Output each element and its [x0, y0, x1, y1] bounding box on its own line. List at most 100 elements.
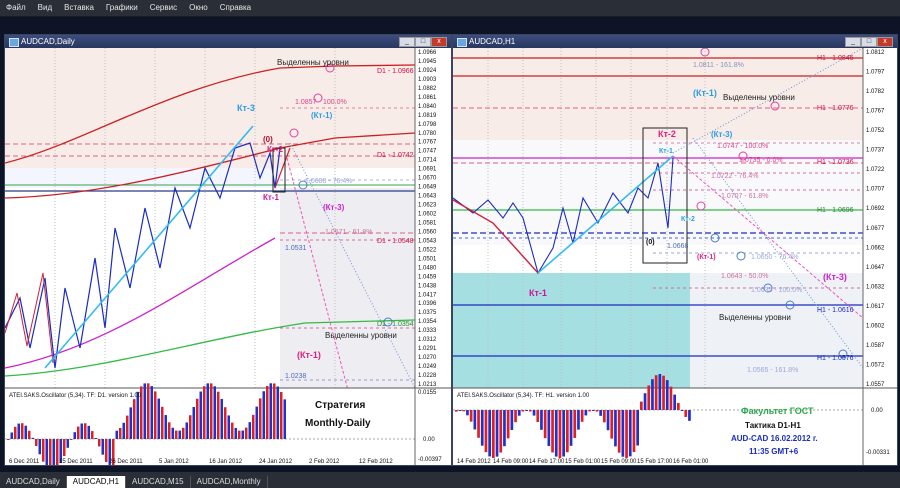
price-tick-label: 1.0522 — [418, 247, 437, 253]
oscillator-bar — [213, 386, 216, 439]
minimize-button[interactable]: _ — [399, 37, 415, 47]
oscillator-bar — [614, 410, 617, 447]
price-tick-label: 1.0840 — [418, 104, 437, 110]
oscillator-bar — [199, 391, 202, 439]
menu-item[interactable]: Вставка — [58, 0, 100, 16]
oscillator-bar — [119, 428, 122, 439]
label-1-0565: 1.0565 - 161.8% — [747, 367, 798, 374]
oscillator-bar — [283, 399, 286, 439]
label-d1-0354: D1 - 1.0354 — [377, 321, 414, 328]
chart-icon — [457, 38, 467, 47]
menu-item[interactable]: Сервис — [144, 0, 183, 16]
oscillator-bar — [628, 410, 632, 457]
oscillator-bar — [458, 410, 462, 411]
oscillator-bar — [484, 410, 488, 453]
price-tick-label: 1.0677 — [866, 226, 885, 232]
chart-tab[interactable]: AUDCAD,Daily — [0, 476, 67, 488]
chart-tab[interactable]: AUDCAD,Monthly — [191, 476, 268, 488]
maximize-button[interactable]: □ — [861, 37, 877, 47]
oscillator-bar — [684, 410, 688, 417]
price-tick-label: 1.0228 — [418, 373, 437, 379]
window-title-bar[interactable]: AUDCAD,H1 _ □ x — [453, 35, 897, 48]
oscillator-bar — [569, 410, 573, 446]
label-1-0747: 1.0747 - 100.0% — [717, 143, 768, 150]
oscillator-bar — [480, 410, 484, 446]
oscillator-bar — [577, 410, 580, 430]
oscillator-bar — [143, 383, 146, 439]
chart-window-h1[interactable]: AUDCAD,H1 _ □ x 1.0812 1.0797 1.0782 1.0… — [452, 34, 898, 466]
price-tick-label: 1.0722 — [866, 167, 885, 173]
price-tick-label: 1.0767 — [866, 109, 885, 115]
oscillator-bar — [126, 415, 129, 439]
time-tick-label: 14 Feb 17:00 — [529, 459, 565, 465]
menu-item[interactable]: Графики — [100, 0, 144, 16]
oscillator-bar — [122, 422, 125, 439]
price-tick-label: 1.0375 — [418, 310, 437, 316]
oscillator-bar — [662, 375, 665, 410]
oscillator-bar — [595, 410, 599, 412]
oscillator-bar — [680, 410, 684, 411]
menu-item[interactable]: Вид — [32, 0, 58, 16]
price-tick-label: 1.0396 — [418, 301, 437, 307]
oscillator-bar — [503, 410, 506, 447]
oscillator-bar — [238, 430, 241, 439]
price-tick-label: 1.0747 — [418, 149, 437, 155]
chart-window-daily[interactable]: AUDCAD,Daily _ □ x 1.0966 1.0945 1.0924 … — [4, 34, 452, 466]
chart-tab[interactable]: AUDCAD,H1 — [66, 476, 127, 488]
time-tick-label: 16 Feb 01:00 — [673, 459, 709, 465]
price-tick-label: 1.0333 — [418, 328, 437, 334]
price-tick-label: 1.0587 — [866, 343, 885, 349]
oscillator-bar — [94, 438, 97, 439]
menu-item[interactable]: Файл — [0, 0, 32, 16]
h1-chart[interactable]: 1.0812 1.0797 1.0782 1.0767 1.0752 1.0737 1.07… — [453, 48, 897, 465]
maximize-button[interactable]: □ — [415, 37, 431, 47]
oscillator-bar — [234, 427, 237, 439]
time-tick-label: 24 Jan 2012 — [259, 459, 293, 465]
oscillator-bar — [525, 410, 528, 411]
oscillator-bar — [150, 386, 153, 439]
oscillator-bar — [573, 410, 577, 438]
price-tick-label: 1.0480 — [418, 265, 437, 271]
price-tick-label: 1.0249 — [418, 364, 437, 370]
chart-tab[interactable]: AUDCAD,M15 — [126, 476, 191, 488]
time-tick-label: 15 Feb 17:00 — [637, 459, 673, 465]
close-button[interactable]: x — [877, 37, 893, 47]
price-tick-label: 1.0903 — [418, 77, 437, 83]
label-1-0707: 1.0707 - 61.8% — [721, 193, 768, 200]
price-tick-label: 1.0291 — [418, 346, 437, 352]
price-tick-label: 1.0312 — [418, 337, 437, 343]
label-h1-0736: H1 - 1.0736 — [817, 159, 854, 166]
oscillator-bar — [455, 410, 458, 412]
price-tick-label: 1.0767 — [418, 140, 437, 146]
oscillator-bar — [220, 398, 223, 439]
label-kt1-paren: (Кт-1) — [697, 254, 716, 261]
oscillator-bar — [157, 398, 160, 439]
oscillator-bar — [540, 410, 543, 430]
daily-chart[interactable]: 1.0966 1.0945 1.0924 1.0903 1.0882 1.0861 1.08… — [5, 48, 451, 465]
price-tick-label: 1.0417 — [418, 292, 437, 298]
oscillator-bar — [621, 410, 625, 457]
oscillator-bar — [610, 410, 614, 439]
menu-item[interactable]: Окно — [183, 0, 214, 16]
price-tick-label: 1.0670 — [418, 176, 437, 182]
oscillator-bar — [178, 430, 181, 439]
oscillator-bar — [462, 410, 466, 412]
price-tick-label: 1.0662 — [866, 245, 885, 251]
oscillator-bar — [514, 410, 517, 423]
price-tick-label: 1.0714 — [418, 158, 437, 164]
window-title-bar[interactable]: AUDCAD,Daily _ □ x — [5, 35, 451, 48]
price-tick-label: 1.0643 — [418, 194, 437, 200]
label-100pct: 100.0% — [323, 99, 347, 106]
minimize-button[interactable]: _ — [845, 37, 861, 47]
oscillator-bar — [492, 410, 495, 458]
label-1-0811: 1.0811 - 161.8% — [693, 62, 744, 69]
close-button[interactable]: x — [431, 37, 447, 47]
menu-item[interactable]: Справка — [214, 0, 257, 16]
label-1-0735: 1.0735 - 0.0% — [739, 157, 783, 164]
info-pair-date: AUD-CAD 16.02.2012 г. — [731, 434, 818, 443]
oscillator-bar — [276, 386, 279, 439]
oscillator-bar — [203, 386, 206, 439]
oscillator-bar — [52, 439, 55, 465]
label-kt1-cyan: (Кт-1) — [311, 111, 333, 120]
oscillator-bar — [245, 427, 248, 439]
